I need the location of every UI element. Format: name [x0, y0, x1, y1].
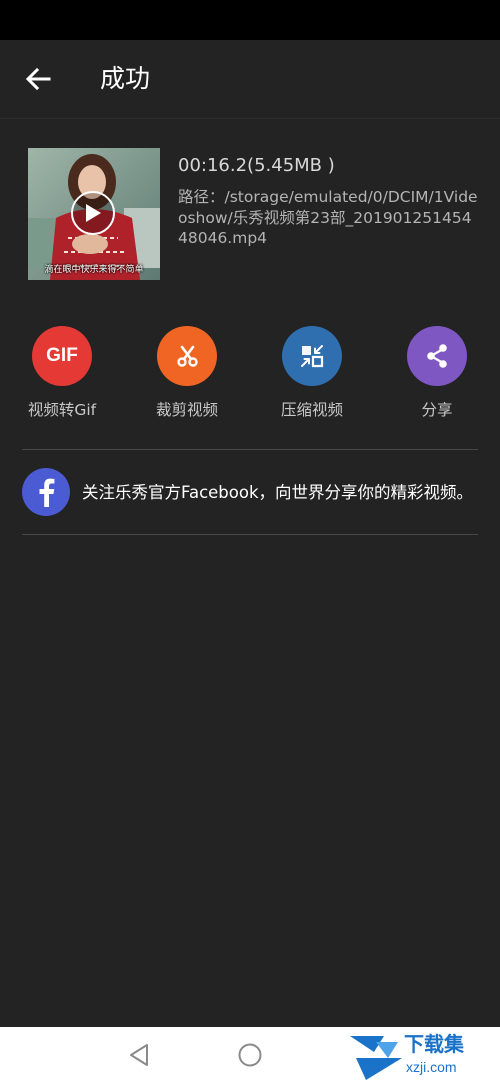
scissors-icon	[157, 326, 217, 386]
facebook-follow-text: 关注乐秀官方Facebook，向世界分享你的精彩视频。	[82, 483, 474, 502]
share-icon	[407, 326, 467, 386]
action-row: GIF 视频转Gif 裁剪视频 压缩视频 分享	[0, 326, 500, 426]
watermark: 下载集 xzji.com	[340, 1028, 500, 1082]
app-bar: 成功	[0, 40, 500, 118]
video-duration-size: 00:16.2(5.45MB )	[178, 155, 335, 176]
video-thumbnail[interactable]: 滴在眼中快乐来得不简单	[28, 148, 160, 280]
gif-icon: GIF	[32, 326, 92, 386]
share-glyph	[427, 344, 447, 368]
nav-home-button[interactable]	[230, 1039, 270, 1071]
watermark-url: xzji.com	[406, 1059, 457, 1075]
gif-icon-text: GIF	[46, 345, 78, 366]
compress-video-label: 压缩视频	[280, 401, 343, 419]
triangle-back-icon	[130, 1044, 148, 1066]
status-bar	[0, 0, 500, 40]
scissors-glyph	[177, 345, 198, 367]
watermark-logo	[350, 1036, 402, 1080]
nav-back-button[interactable]	[119, 1039, 159, 1071]
facebook-follow-row[interactable]: 关注乐秀官方Facebook，向世界分享你的精彩视频。	[0, 450, 500, 534]
video-to-gif-label: 视频转Gif	[27, 401, 97, 419]
video-path: 路径：/storage/emulated/0/DCIM/1Videoshow/乐…	[178, 188, 478, 247]
arrow-left-icon	[25, 67, 51, 91]
play-icon[interactable]	[71, 191, 115, 235]
video-to-gif-button[interactable]: GIF 视频转Gif	[7, 326, 117, 426]
app-bar-divider	[0, 118, 500, 119]
facebook-icon	[22, 468, 70, 516]
facebook-f-glyph	[39, 478, 55, 507]
compress-video-button[interactable]: 压缩视频	[257, 326, 367, 426]
share-button[interactable]: 分享	[382, 326, 492, 426]
thumbnail-caption: 滴在眼中快乐来得不简单	[44, 265, 144, 275]
divider-bottom	[22, 534, 478, 535]
share-label: 分享	[421, 401, 453, 419]
trim-video-label: 裁剪视频	[155, 401, 218, 419]
circle-home-icon	[238, 1043, 262, 1067]
compress-glyph	[301, 345, 324, 368]
watermark-text: 下载集	[404, 1032, 464, 1056]
back-button[interactable]	[14, 58, 62, 100]
play-triangle	[86, 204, 101, 222]
trim-video-button[interactable]: 裁剪视频	[132, 326, 242, 426]
page-title: 成功	[100, 64, 151, 93]
compress-icon	[282, 326, 342, 386]
